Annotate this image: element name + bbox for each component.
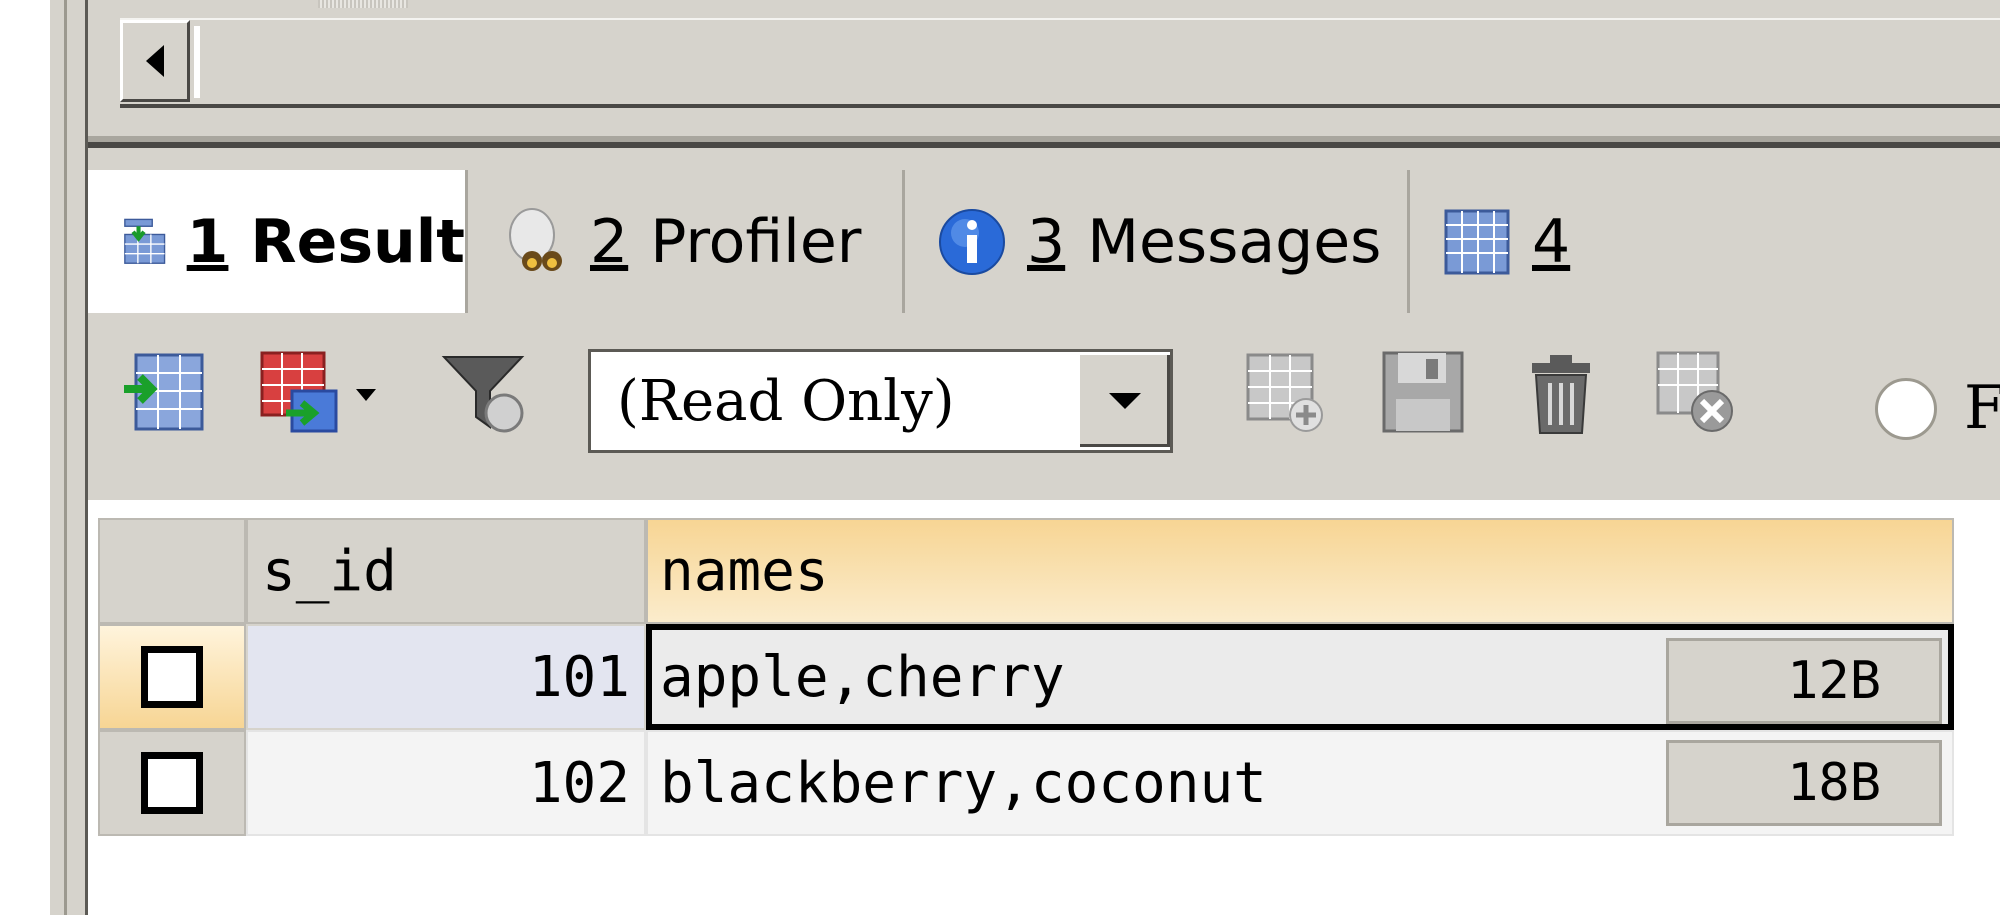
tab-result-label: 1 Result xyxy=(186,206,465,277)
result-tabs: 1 Result 2 Profiler 3 Messages 4 xyxy=(88,148,2000,313)
import-grid-icon[interactable] xyxy=(120,347,210,437)
edit-mode-select[interactable]: (Read Only) xyxy=(588,349,1173,453)
profiler-binoculars-icon xyxy=(509,207,562,271)
tab-messages[interactable]: 3 Messages xyxy=(905,170,1410,313)
grid-corner[interactable] xyxy=(98,518,246,624)
row-selector[interactable] xyxy=(98,624,246,730)
add-row-icon[interactable] xyxy=(1240,347,1330,437)
column-header-s-id[interactable]: s_id xyxy=(246,518,646,624)
tab-profiler[interactable]: 2 Profiler xyxy=(468,170,905,313)
chevron-down-icon xyxy=(1109,393,1141,409)
tab-profiler-label: 2 Profiler xyxy=(590,206,862,277)
edit-mode-value: (Read Only) xyxy=(617,368,955,434)
row-checkbox[interactable] xyxy=(141,752,203,814)
row-selector[interactable] xyxy=(98,730,246,836)
horizontal-scrollbar[interactable] xyxy=(120,18,2000,108)
info-icon xyxy=(939,208,1005,275)
blob-size-button[interactable]: 18B xyxy=(1666,740,1942,826)
left-margin xyxy=(0,0,50,915)
delete-icon[interactable] xyxy=(1516,347,1606,437)
row-checkbox[interactable] xyxy=(141,646,203,708)
save-icon[interactable] xyxy=(1378,347,1468,437)
table-cell[interactable]: 101 xyxy=(246,624,646,730)
scroll-left-button[interactable] xyxy=(120,20,190,102)
filter-icon[interactable] xyxy=(438,347,528,437)
tab-4-label: 4 xyxy=(1532,206,1571,277)
result-grid-area: s_id names 101 apple,cherry 12B 102 blac… xyxy=(88,500,2000,915)
tab-messages-label: 3 Messages xyxy=(1027,206,1382,277)
arrow-left-icon xyxy=(146,45,164,77)
table-cell-selected[interactable]: apple,cherry 12B xyxy=(646,624,1954,730)
export-grid-icon[interactable] xyxy=(256,347,386,437)
view-radio-label: F xyxy=(1964,373,2000,443)
resize-grip[interactable] xyxy=(318,0,408,8)
column-header-names[interactable]: names xyxy=(646,518,1954,624)
editor-area xyxy=(88,0,2000,150)
cancel-changes-icon[interactable] xyxy=(1652,347,1742,437)
result-grid-icon xyxy=(124,218,166,264)
tab-4[interactable]: 4 xyxy=(1410,170,2000,313)
table-grid-icon xyxy=(1444,209,1510,274)
frame-edge xyxy=(50,0,88,915)
table-cell[interactable]: 102 xyxy=(246,730,646,836)
dropdown-button[interactable] xyxy=(1077,355,1170,447)
blob-size-button[interactable]: 12B xyxy=(1666,638,1942,724)
grid-toolbar: (Read Only) F xyxy=(88,313,2000,500)
table-cell[interactable]: blackberry,coconut 18B xyxy=(646,730,1954,836)
scroll-track[interactable] xyxy=(194,26,2000,98)
tab-result[interactable]: 1 Result xyxy=(88,170,468,313)
view-radio[interactable] xyxy=(1875,378,1937,440)
